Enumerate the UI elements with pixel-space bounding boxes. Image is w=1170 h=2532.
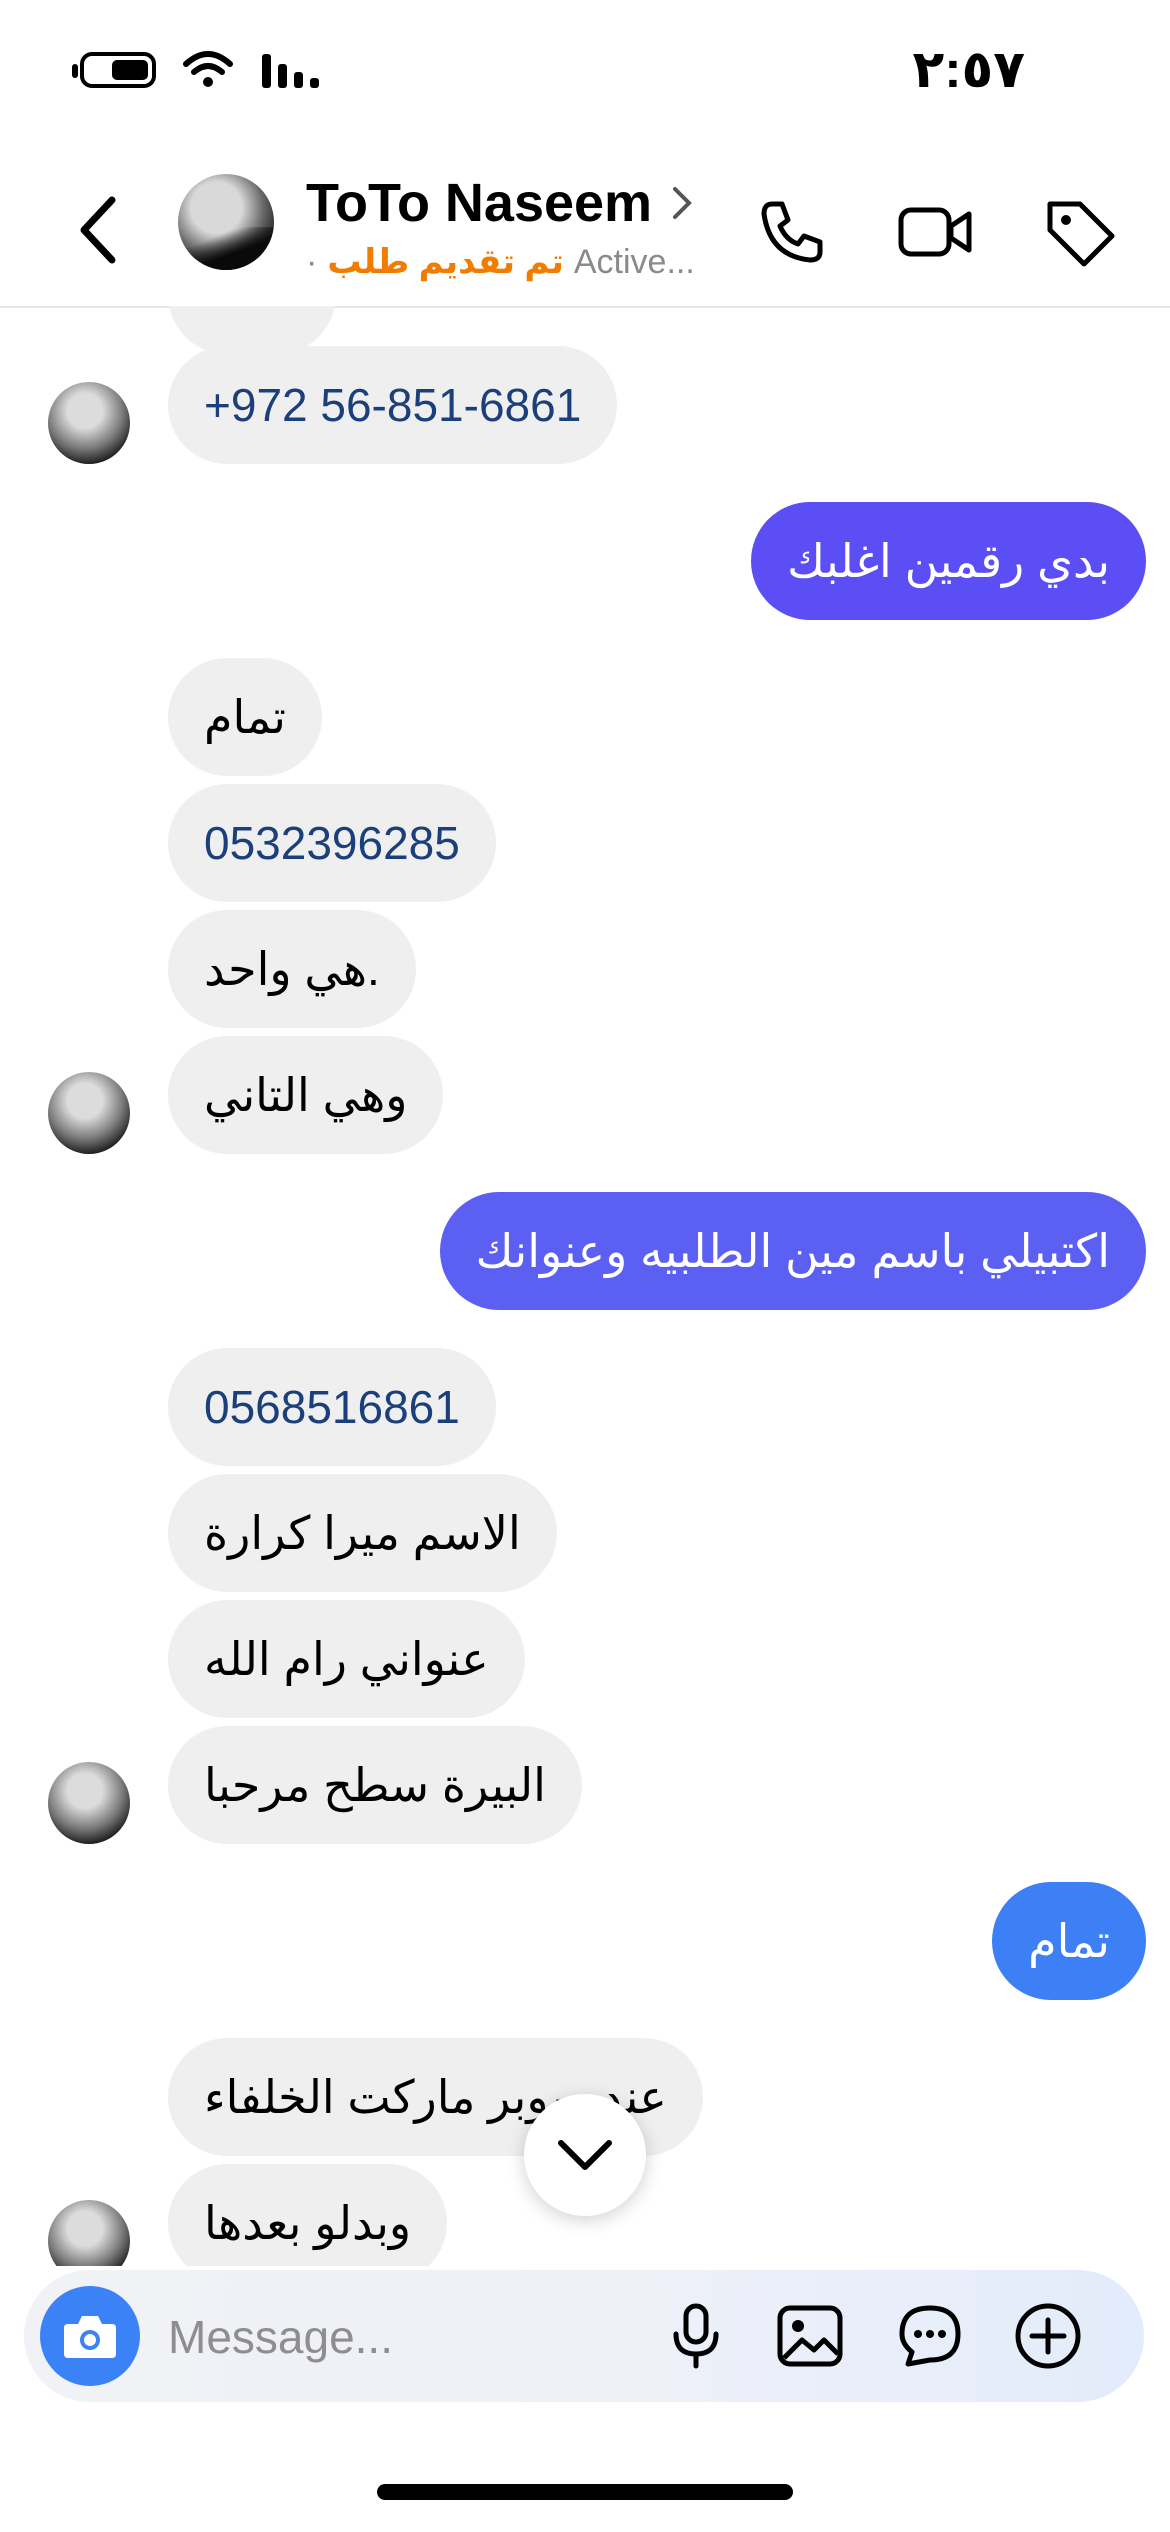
status-icons — [72, 50, 324, 90]
chat-header: ToTo Naseem · تم تقديم طلب Active... — [0, 150, 1170, 308]
sender-avatar — [48, 1762, 130, 1844]
home-indicator — [377, 2484, 793, 2500]
camera-icon — [64, 2316, 116, 2358]
chevron-right-icon — [673, 187, 692, 219]
phone-icon[interactable] — [750, 192, 830, 272]
status-time: ٢:٥٧ — [912, 41, 1025, 99]
message-bubble-incoming[interactable]: 0568516861 — [168, 1348, 496, 1466]
message-bubble-outgoing[interactable]: اكتبيلي باسم مين الطلبيه وعنوانك — [439, 1192, 1146, 1310]
chevron-down-icon — [558, 2140, 612, 2170]
message-bubble-incoming[interactable]: عنواني رام الله — [168, 1600, 525, 1718]
status-separator: · — [306, 242, 318, 281]
message-bubble-incoming[interactable]: وبدلو بعدها — [168, 2164, 448, 2266]
message-composer: Message... — [24, 2270, 1144, 2402]
message-bubble-incoming[interactable]: البيرة سطح مرحبا — [168, 1726, 582, 1844]
contact-name: ToTo Naseem — [306, 173, 653, 233]
image-icon[interactable] — [774, 2300, 846, 2372]
message-bubble-incoming[interactable]: وهي التاني — [168, 1036, 444, 1154]
message-bubble-outgoing[interactable]: بدي رقمين اغلبك — [751, 502, 1146, 620]
message-bubble-incoming[interactable]: 0532396285 — [168, 784, 496, 902]
scroll-to-bottom-button[interactable] — [524, 2094, 646, 2216]
message-bubble-incoming[interactable]: +972 56-851-6861 — [168, 346, 618, 464]
message-bubble-incoming[interactable]: هي واحد. — [168, 910, 416, 1028]
microphone-icon[interactable] — [660, 2300, 732, 2372]
sender-avatar — [48, 2200, 130, 2266]
chevron-left-icon[interactable] — [70, 190, 130, 270]
sender-avatar — [48, 1072, 130, 1154]
active-status: Active... — [573, 242, 695, 281]
battery-icon — [72, 52, 156, 88]
camera-button[interactable] — [40, 2286, 140, 2386]
contact-status-row: · تم تقديم طلب Active... — [306, 242, 695, 282]
signal-icon — [262, 54, 319, 88]
status-bar: ٢:٥٧ — [0, 0, 1170, 150]
message-bubble-incoming[interactable]: تمام — [168, 658, 322, 776]
chat-bubble-icon[interactable] — [894, 2300, 966, 2372]
tag-icon[interactable] — [1040, 192, 1120, 272]
plus-circle-icon[interactable] — [1012, 2300, 1084, 2372]
message-bubble-incoming[interactable]: الاسم ميرا كرارة — [168, 1474, 557, 1592]
order-status-label: تم تقديم طلب — [327, 243, 564, 281]
wifi-icon — [183, 51, 233, 87]
contact-name-row[interactable]: ToTo Naseem — [306, 172, 694, 234]
contact-avatar[interactable] — [178, 174, 274, 270]
message-bubble-outgoing[interactable]: تمام — [992, 1882, 1146, 2000]
message-input[interactable]: Message... — [168, 2310, 393, 2364]
video-camera-icon[interactable] — [895, 192, 975, 272]
sender-avatar — [48, 382, 130, 464]
message-list[interactable]: +972 56-851-6861 بدي رقمين اغلبك تمام 05… — [0, 306, 1170, 2266]
